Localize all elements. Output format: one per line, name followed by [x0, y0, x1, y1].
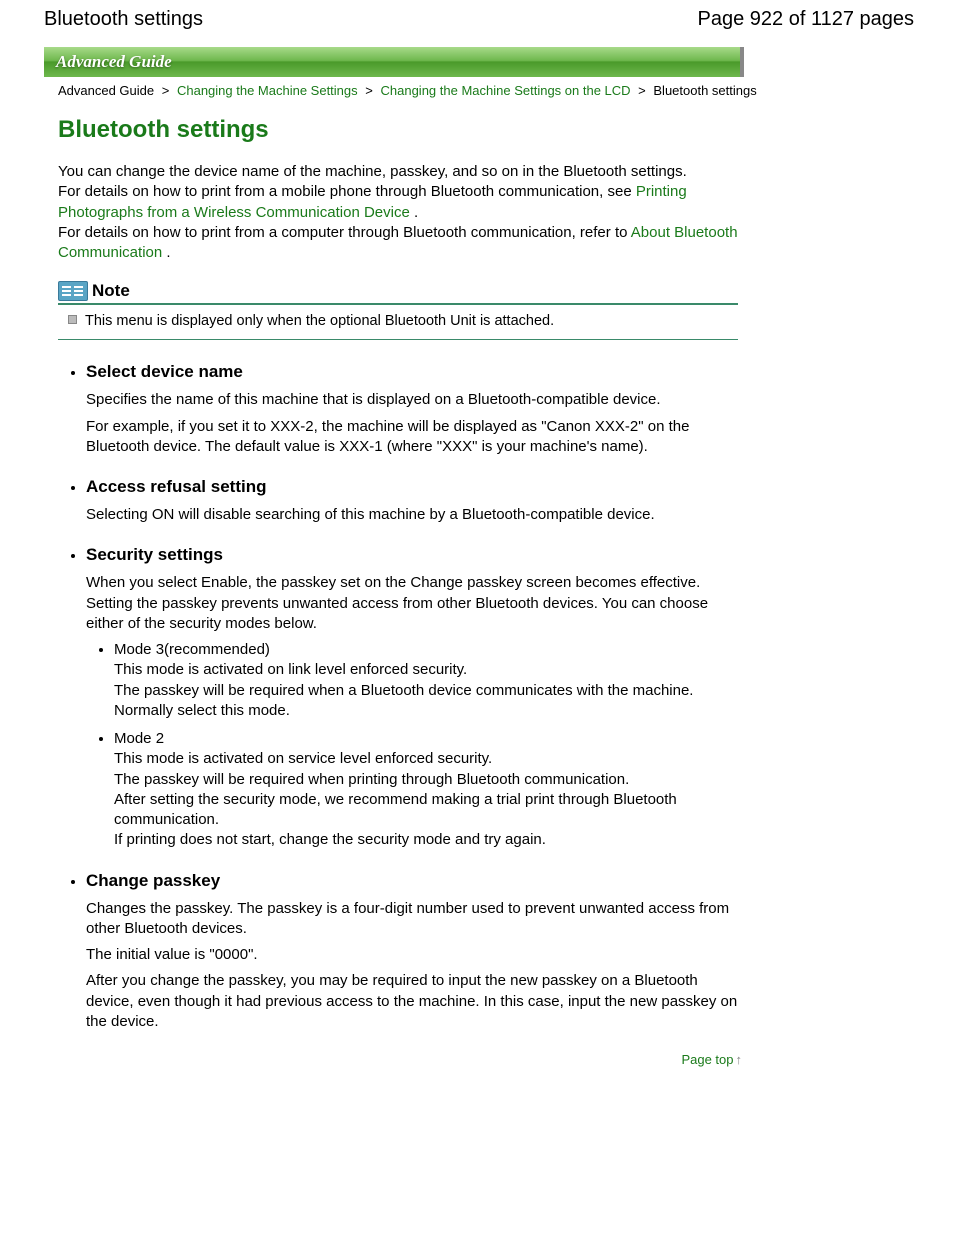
intro-line-2b: .: [414, 204, 418, 221]
page-counter: Page 922 of 1127 pages: [698, 8, 914, 31]
intro-text: You can change the device name of the ma…: [58, 162, 738, 263]
note-heading: Note: [92, 281, 130, 301]
mode-line: After setting the security mode, we reco…: [114, 790, 738, 831]
page-top-link[interactable]: Page top: [681, 1052, 733, 1067]
mode-line: This mode is activated on service level …: [114, 749, 738, 769]
note-body: This menu is displayed only when the opt…: [58, 305, 738, 340]
intro-line-2a: For details on how to print from a mobil…: [58, 183, 636, 200]
setting-para: For example, if you set it to XXX-2, the…: [86, 417, 738, 458]
setting-change-passkey: Change passkey Changes the passkey. The …: [86, 871, 738, 1033]
setting-title: Access refusal setting: [86, 477, 738, 497]
note-text: This menu is displayed only when the opt…: [85, 313, 554, 329]
breadcrumb: Advanced Guide > Changing the Machine Se…: [58, 83, 914, 98]
intro-line-1: You can change the device name of the ma…: [58, 162, 738, 182]
setting-title: Select device name: [86, 362, 738, 382]
mode-line: Normally select this mode.: [114, 701, 738, 721]
breadcrumb-sep: >: [638, 83, 646, 98]
mode-line: If printing does not start, change the s…: [114, 830, 738, 850]
page-title: Bluetooth settings: [58, 116, 738, 144]
setting-access-refusal: Access refusal setting Selecting ON will…: [86, 477, 738, 525]
breadcrumb-sep: >: [162, 83, 170, 98]
settings-list: Select device name Specifies the name of…: [58, 362, 738, 1032]
setting-title: Security settings: [86, 545, 738, 565]
bullet-icon: [68, 315, 77, 324]
breadcrumb-current: Bluetooth settings: [653, 83, 756, 98]
setting-title: Change passkey: [86, 871, 738, 891]
intro-line-3a: For details on how to print from a compu…: [58, 224, 631, 241]
breadcrumb-sep: >: [365, 83, 373, 98]
mode-3: Mode 3(recommended) This mode is activat…: [114, 640, 738, 721]
intro-line-3b: .: [166, 244, 170, 261]
setting-para: Changes the passkey. The passkey is a fo…: [86, 899, 738, 940]
banner-advanced-guide: Advanced Guide: [44, 47, 744, 77]
mode-2: Mode 2 This mode is activated on service…: [114, 729, 738, 851]
note-icon: [58, 281, 88, 301]
setting-para: When you select Enable, the passkey set …: [86, 573, 738, 634]
setting-para: Selecting ON will disable searching of t…: [86, 505, 738, 525]
setting-security: Security settings When you select Enable…: [86, 545, 738, 850]
mode-line: This mode is activated on link level enf…: [114, 660, 738, 680]
breadcrumb-link-1[interactable]: Changing the Machine Settings: [177, 83, 358, 98]
mode-line: The passkey will be required when a Blue…: [114, 681, 738, 701]
setting-select-device-name: Select device name Specifies the name of…: [86, 362, 738, 457]
setting-para: After you change the passkey, you may be…: [86, 971, 738, 1032]
breadcrumb-link-2[interactable]: Changing the Machine Settings on the LCD: [381, 83, 631, 98]
setting-para: The initial value is "0000".: [86, 945, 738, 965]
setting-para: Specifies the name of this machine that …: [86, 390, 738, 410]
up-arrow-icon: ↑: [736, 1052, 743, 1067]
breadcrumb-root: Advanced Guide: [58, 83, 154, 98]
mode-title: Mode 3(recommended): [114, 640, 738, 660]
mode-line: The passkey will be required when printi…: [114, 770, 738, 790]
security-modes-list: Mode 3(recommended) This mode is activat…: [86, 640, 738, 851]
mode-title: Mode 2: [114, 729, 738, 749]
doc-title: Bluetooth settings: [44, 8, 203, 31]
